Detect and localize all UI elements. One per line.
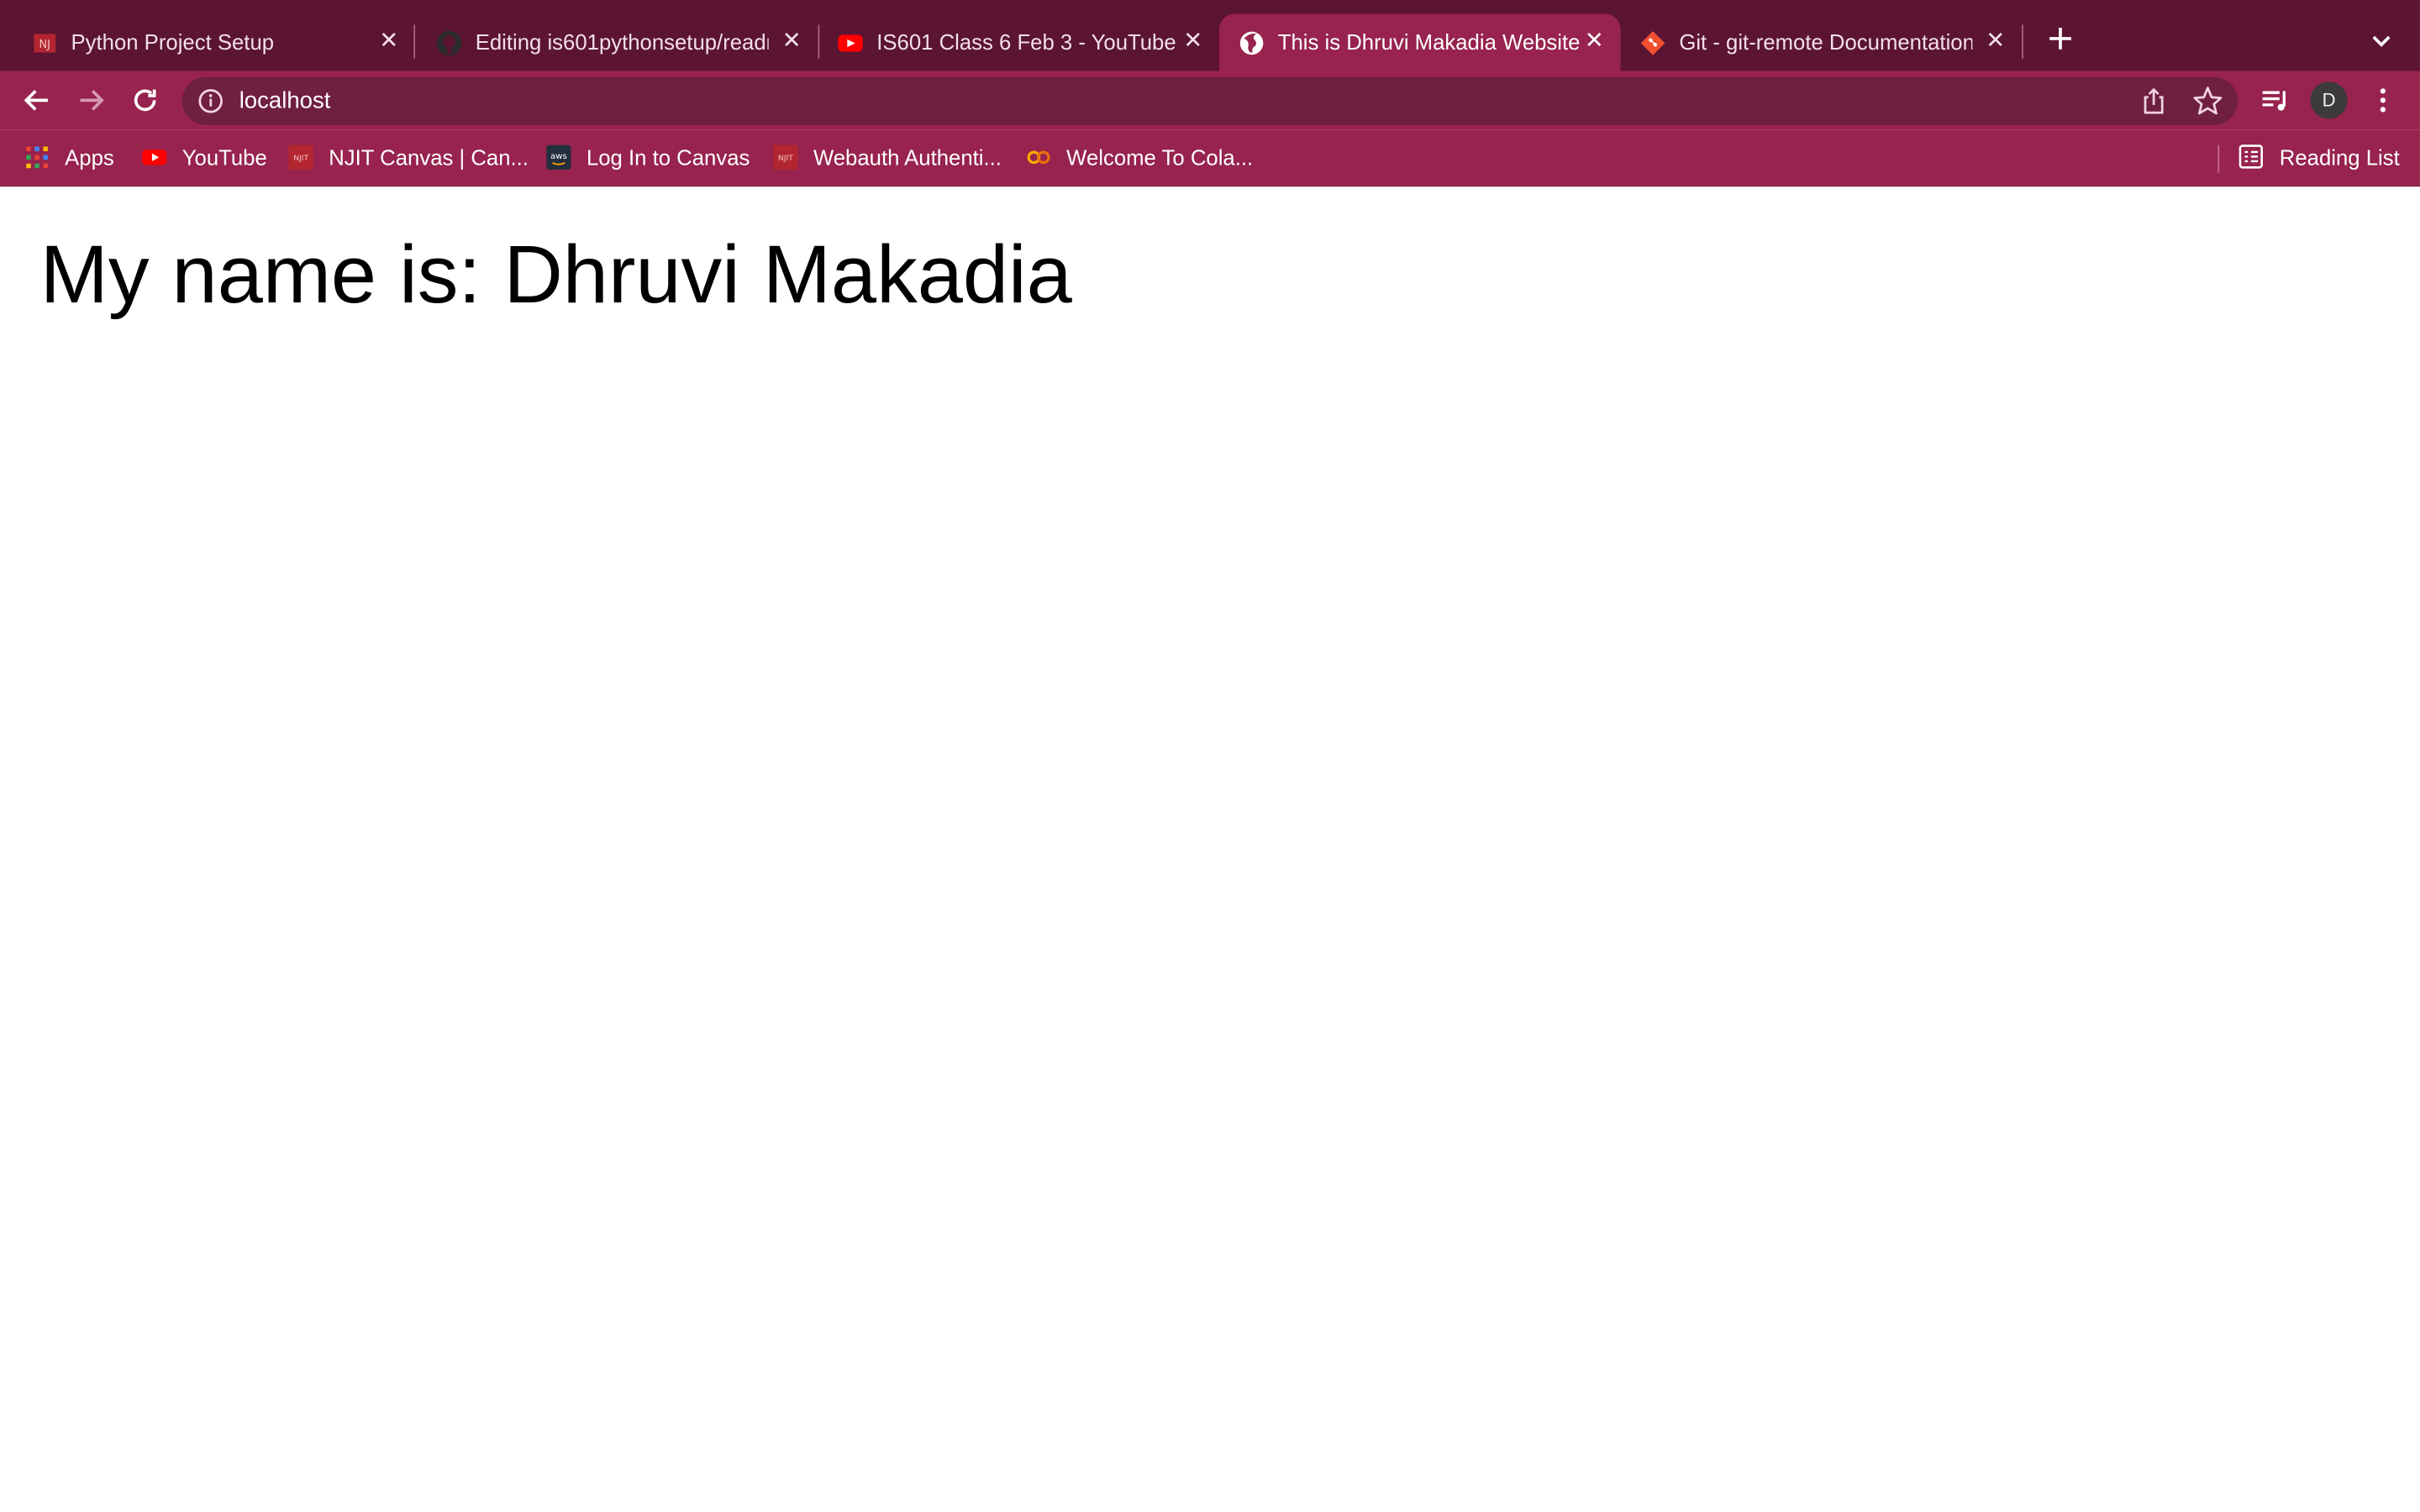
colab-icon [1026, 145, 1050, 170]
page-heading: My name is: Dhruvi Makadia [39, 229, 1072, 322]
share-icon[interactable] [2139, 87, 2169, 116]
bookmark-webauth[interactable]: NJIT Webauth Authenti... [773, 144, 1002, 171]
tab-title: This is Dhruvi Makadia Website [1277, 29, 1581, 55]
new-tab-button[interactable] [2040, 22, 2081, 62]
svg-text:NJIT: NJIT [293, 154, 308, 163]
kebab-menu-icon [2380, 88, 2386, 113]
tab-strip: NJ Python Project Setup ✕ Editing is601p… [0, 0, 2420, 71]
njit-icon: NJIT [288, 144, 313, 171]
browser-window: NJ Python Project Setup ✕ Editing is601p… [0, 0, 2420, 1512]
address-bar[interactable]: localhost [182, 76, 2238, 125]
tab-dhruvi-website[interactable]: This is Dhruvi Makadia Website ✕ [1218, 13, 1621, 71]
njit-icon: NJIT [773, 144, 798, 171]
svg-text:NJ: NJ [39, 39, 50, 51]
tab-title: Python Project Setup [71, 29, 275, 55]
bookmark-label: Log In to Canvas [586, 144, 750, 171]
tab-youtube-class[interactable]: IS601 Class 6 Feb 3 - YouTube ✕ [818, 14, 1216, 71]
tab-editing-readme[interactable]: Editing is601pythonsetup/readme ✕ [417, 14, 815, 71]
plus-icon [2049, 28, 2071, 50]
profile-avatar[interactable]: D [2310, 81, 2348, 119]
close-tab-icon[interactable]: ✕ [776, 26, 808, 57]
menu-button[interactable] [2366, 83, 2400, 117]
aws-icon: aws [546, 144, 571, 171]
close-tab-icon[interactable]: ✕ [373, 26, 404, 57]
page-content: My name is: Dhruvi Makadia [0, 186, 2420, 1512]
close-tab-icon[interactable]: ✕ [1177, 26, 1208, 57]
youtube-icon [141, 145, 167, 170]
reading-list-button[interactable]: Reading List [2238, 144, 2400, 170]
reload-button[interactable] [127, 81, 164, 118]
njit-favicon-icon: NJ [31, 29, 59, 57]
arrow-right-icon [80, 90, 104, 111]
tab-git-remote-docs[interactable]: Git - git-remote Documentation ✕ [1621, 14, 2019, 71]
apps-grid-icon [24, 145, 49, 170]
close-tab-icon[interactable]: ✕ [1579, 26, 1610, 57]
bookmark-label: Apps [65, 144, 114, 171]
bookmark-log-in-canvas[interactable]: aws Log In to Canvas [546, 144, 750, 171]
bookmark-apps[interactable]: Apps [24, 144, 114, 171]
bookmarks-bar: Apps YouTube NJIT NJIT Canvas | Can... a… [0, 129, 2420, 186]
toolbar: localhost D [0, 71, 2420, 130]
reload-icon [134, 89, 156, 112]
bookmarks-separator [2217, 144, 2220, 173]
bookmark-star-icon[interactable] [2191, 85, 2224, 118]
bookmark-label: Webauth Authenti... [813, 144, 1002, 171]
bookmark-youtube[interactable]: YouTube [141, 144, 267, 171]
svg-text:aws: aws [550, 152, 567, 161]
close-tab-icon[interactable]: ✕ [1980, 26, 2011, 57]
svg-text:NJIT: NJIT [778, 154, 793, 163]
tab-title: Editing is601pythonsetup/readme [475, 29, 769, 55]
bookmark-njit-canvas[interactable]: NJIT NJIT Canvas | Can... [288, 144, 529, 171]
reading-list-label: Reading List [2279, 144, 2400, 170]
tab-title: IS601 Class 6 Feb 3 - YouTube [876, 29, 1176, 55]
bookmark-label: Welcome To Cola... [1066, 144, 1254, 171]
arrow-left-icon [24, 90, 48, 111]
url-text[interactable]: localhost [239, 88, 331, 114]
media-controls-button[interactable] [2258, 83, 2291, 117]
youtube-icon [836, 29, 864, 57]
info-icon[interactable] [197, 88, 224, 114]
github-icon [435, 29, 463, 57]
back-button[interactable] [18, 81, 55, 118]
bookmark-label: NJIT Canvas | Can... [329, 144, 529, 171]
chevron-down-icon [2372, 35, 2391, 47]
tab-search-button[interactable] [2365, 24, 2398, 58]
git-icon [1639, 29, 1667, 57]
forward-button[interactable] [72, 81, 109, 118]
tab-python-project-setup[interactable]: NJ Python Project Setup ✕ [13, 14, 411, 71]
globe-icon [1238, 29, 1265, 57]
tab-separator [2022, 24, 2023, 59]
tab-title: Git - git-remote Documentation [1679, 29, 1973, 55]
tab-separator [413, 24, 416, 59]
reading-list-icon [2238, 144, 2264, 170]
bookmark-colab[interactable]: Welcome To Cola... [1026, 144, 1253, 171]
bookmark-label: YouTube [182, 144, 267, 171]
playlist-icon [2262, 91, 2286, 111]
